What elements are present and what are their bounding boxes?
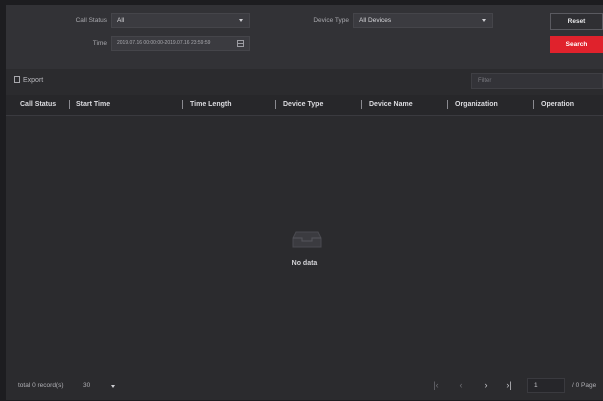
call-status-value: All xyxy=(117,17,125,24)
column-header-time-length[interactable]: Time Length xyxy=(190,101,231,108)
column-divider xyxy=(275,100,276,109)
column-divider xyxy=(447,100,448,109)
column-divider xyxy=(182,100,183,109)
reset-button[interactable]: Reset xyxy=(550,13,603,30)
time-range-value: 2019.07.16 00:00:00-2019.07.16 23:59:59 xyxy=(117,40,211,46)
export-button[interactable]: Export xyxy=(14,76,43,84)
table-header: Call Status Start Time Time Length Devic… xyxy=(6,95,603,116)
filter-input[interactable]: Filter xyxy=(471,73,603,89)
column-header-device-name[interactable]: Device Name xyxy=(369,101,413,108)
column-divider xyxy=(69,100,70,109)
time-label: Time xyxy=(92,40,107,47)
column-header-device-type[interactable]: Device Type xyxy=(283,101,323,108)
page-size-select[interactable]: 30 xyxy=(83,382,90,389)
export-icon xyxy=(14,76,20,83)
chevron-down-icon xyxy=(482,19,486,22)
device-type-select[interactable]: All Devices xyxy=(353,13,493,28)
call-log-panel: Call Status All Device Type All Devices … xyxy=(6,5,603,400)
last-page-icon[interactable]: ›| xyxy=(503,379,515,391)
empty-box-icon xyxy=(292,231,322,248)
device-type-value: All Devices xyxy=(359,17,392,24)
pagination-bar: total 0 record(s) 30 |‹ ‹ › ›| 1 / 0 Pag… xyxy=(6,371,603,400)
filter-area: Call Status All Device Type All Devices … xyxy=(6,5,603,69)
column-header-organization[interactable]: Organization xyxy=(455,101,498,108)
column-header-start-time[interactable]: Start Time xyxy=(76,101,110,108)
empty-state-text: No data xyxy=(291,260,318,267)
total-records-text: total 0 record(s) xyxy=(18,382,64,389)
time-range-input[interactable]: 2019.07.16 00:00:00-2019.07.16 23:59:59 xyxy=(111,36,250,51)
export-label: Export xyxy=(23,77,44,84)
column-divider xyxy=(533,100,534,109)
call-status-select[interactable]: All xyxy=(111,13,250,28)
table-toolbar: Export Filter xyxy=(6,69,603,93)
call-status-label: Call Status xyxy=(75,17,107,24)
previous-page-icon[interactable]: ‹ xyxy=(455,379,467,391)
calendar-icon[interactable] xyxy=(237,40,244,47)
next-page-icon[interactable]: › xyxy=(480,379,492,391)
chevron-down-icon[interactable] xyxy=(111,385,115,388)
device-type-label: Device Type xyxy=(313,17,349,24)
page-total-text: / 0 Page xyxy=(572,382,597,389)
column-header-operation[interactable]: Operation xyxy=(541,101,574,108)
page-number-input[interactable]: 1 xyxy=(527,378,565,393)
first-page-icon[interactable]: |‹ xyxy=(430,379,442,391)
column-header-call-status[interactable]: Call Status xyxy=(20,101,56,108)
chevron-down-icon xyxy=(239,19,243,22)
column-divider xyxy=(361,100,362,109)
search-button[interactable]: Search xyxy=(550,36,603,53)
